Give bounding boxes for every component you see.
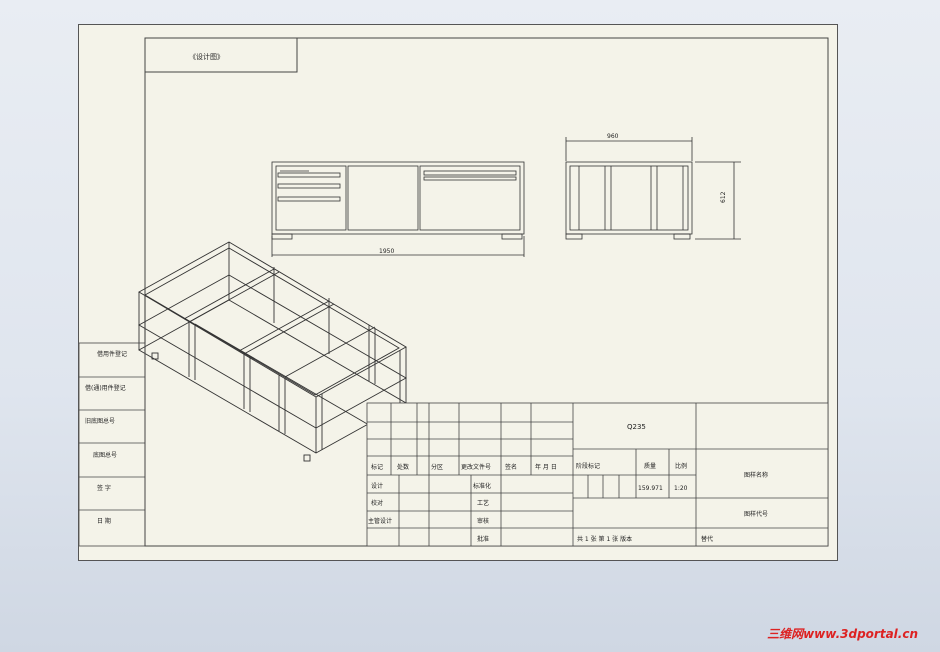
tb-rev-h5: 年 月 日 <box>535 463 557 471</box>
dim-side-height: 612 <box>720 191 727 203</box>
side-view <box>565 137 741 240</box>
tb-stage-h1: 质量 <box>644 462 656 470</box>
tb-material: Q235 <box>627 423 646 431</box>
front-view <box>271 161 525 257</box>
tb-rev-h0: 标记 <box>371 463 383 471</box>
tb-drawing-number: 图样代号 <box>744 510 768 518</box>
tb-rev-h4: 签名 <box>505 463 517 471</box>
isometric-view <box>138 241 407 462</box>
dim-front-length: 1950 <box>379 248 394 255</box>
tb-role-l2: 主管设计 <box>368 517 392 525</box>
tb-stage-h2: 比例 <box>675 462 687 470</box>
title-box-text: 《设计图》 <box>189 52 224 61</box>
left-strip-6: 日 期 <box>97 517 111 525</box>
left-strip-3: 旧底图总号 <box>85 417 115 425</box>
drawing-sheet: 《设计图》 1950 960 612 借用件登记 借(通)用件登记 旧底图总号 … <box>78 24 838 561</box>
tb-mass: 159.971 <box>638 485 663 492</box>
tb-role-m0: 标准化 <box>473 482 491 490</box>
dim-side-width: 960 <box>607 133 619 140</box>
tb-role-m2: 审核 <box>477 517 489 525</box>
watermark: 三维网www.3dportal.cn <box>767 627 918 641</box>
left-strip-1: 借用件登记 <box>97 350 127 358</box>
drawing-canvas: 《设计图》 1950 960 612 借用件登记 借(通)用件登记 旧底图总号 … <box>79 37 829 547</box>
tb-rev-h2: 分区 <box>431 463 443 471</box>
left-strip-5: 签 字 <box>97 484 111 492</box>
tb-role-m1: 工艺 <box>477 499 489 507</box>
left-strip <box>79 342 146 547</box>
tb-sheet-info: 共 1 张 第 1 张 版本 <box>577 535 632 543</box>
tb-stage-h0: 阶段标记 <box>576 462 600 470</box>
tb-drawing-name: 图样名称 <box>744 471 768 479</box>
tb-rev-h3: 更改文件号 <box>461 463 491 471</box>
tb-role-l1: 校对 <box>371 499 383 507</box>
tb-rev-h1: 处数 <box>397 463 409 471</box>
tb-role-l0: 设计 <box>371 482 383 490</box>
tb-role-m3: 批准 <box>477 535 489 543</box>
tb-replace: 替代 <box>701 535 713 543</box>
left-strip-2: 借(通)用件登记 <box>85 384 126 392</box>
tb-scale: 1:20 <box>674 485 688 492</box>
left-strip-4: 底图总号 <box>93 451 117 459</box>
